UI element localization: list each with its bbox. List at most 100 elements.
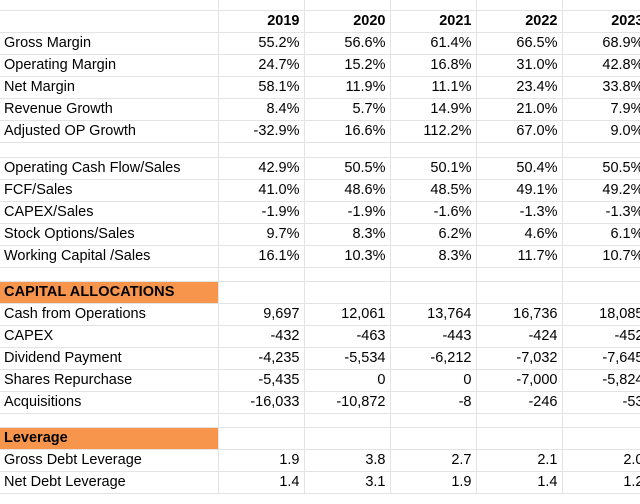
data-cell: 5.7% [304,98,391,121]
data-cell: 9.0% [562,120,640,143]
data-cell: 112.2% [390,120,477,143]
table-row: Gross Debt Leverage1.93.82.72.12.0 [0,449,640,472]
table-row: Acquisitions-16,033-10,872-8-246-53 [0,391,640,414]
table-row: CAPEX-432-463-443-424-452 [0,325,640,348]
empty-cell [218,413,305,428]
row-label: Stock Options/Sales [0,223,219,246]
data-cell: 9.7% [218,223,305,246]
data-cell: -5,435 [218,369,305,392]
data-cell: -432 [218,325,305,348]
data-cell: -452 [562,325,640,348]
data-cell: -1.9% [218,201,305,224]
table-row: Stock Options/Sales9.7%8.3%6.2%4.6%6.1% [0,223,640,246]
data-cell: 68.9% [562,32,640,55]
empty-cell [476,0,563,11]
data-cell: 2.1 [476,449,563,472]
row-label: Adjusted OP Growth [0,120,219,143]
empty-cell [0,413,219,428]
data-cell: -1.9% [304,201,391,224]
data-cell: 13,764 [390,303,477,326]
data-cell: 1.4 [476,471,563,494]
data-cell: -4,235 [218,347,305,370]
table-row: Adjusted OP Growth -32.9% 16.6% 112.2% 67.0%… [0,120,640,143]
data-cell: 11.1% [390,76,477,99]
data-cell: 8.4% [218,98,305,121]
table-row: FCF/Sales 41.0% 48.6% 48.5% 49.1% 49.2% [0,179,640,202]
data-cell: 31.0% [476,54,563,77]
empty-cell [562,142,640,158]
data-cell: -16,033 [218,391,305,414]
data-cell: 1.9 [218,449,305,472]
empty-cell [304,142,391,158]
data-cell: 7.9% [562,98,640,121]
data-cell: -463 [304,325,391,348]
data-cell: -443 [390,325,477,348]
empty-cell [304,427,391,450]
empty-cell [390,142,477,158]
data-cell: 50.5% [304,157,391,180]
data-cell: -1.3% [562,201,640,224]
empty-cell [562,281,640,304]
data-cell: 42.9% [218,157,305,180]
column-header-year: 2020 [304,10,391,33]
data-cell: 14.9% [390,98,477,121]
empty-cell [390,281,477,304]
data-cell: 1.4 [218,471,305,494]
data-cell: 49.1% [476,179,563,202]
data-cell: 48.5% [390,179,477,202]
data-cell: 10.3% [304,245,391,268]
empty-cell [562,0,640,11]
empty-cell [0,267,219,282]
data-cell: -5,824 [562,369,640,392]
data-cell: -5,534 [304,347,391,370]
table-row: Net Margin 58.1% 11.9% 11.1% 23.4% 33.8% [0,76,640,99]
table-header-row: 20192020202120222023 [0,10,640,33]
empty-cell [218,142,305,158]
data-cell: -1.3% [476,201,563,224]
data-cell: 41.0% [218,179,305,202]
data-cell: 42.8% [562,54,640,77]
data-cell: 8.3% [390,245,477,268]
row-label: Net Margin [0,76,219,99]
data-cell: 33.8% [562,76,640,99]
data-cell: 2.0 [562,449,640,472]
empty-cell [476,281,563,304]
data-cell: 50.5% [562,157,640,180]
empty-cell [218,0,305,11]
data-cell: 16.1% [218,245,305,268]
data-cell: -53 [562,391,640,414]
empty-cell [562,413,640,428]
row-label: Operating Cash Flow/Sales [0,157,219,180]
row-label: Acquisitions [0,391,219,414]
row-label: Operating Margin [0,54,219,77]
data-cell: 4.6% [476,223,563,246]
data-cell: 3.1 [304,471,391,494]
data-cell: 3.8 [304,449,391,472]
data-cell: 21.0% [476,98,563,121]
row-label: Net Debt Leverage [0,471,219,494]
data-cell: 6.1% [562,223,640,246]
data-cell: 16.6% [304,120,391,143]
data-cell: 66.5% [476,32,563,55]
empty-cell [218,427,305,450]
table-row: Operating Margin 24.7% 15.2% 16.8% 31.0% 42.8… [0,54,640,77]
data-cell: 0 [390,369,477,392]
empty-cell [390,413,477,428]
column-header-year: 2021 [390,10,477,33]
data-cell: 56.6% [304,32,391,55]
data-cell: 49.2% [562,179,640,202]
data-cell: 61.4% [390,32,477,55]
row-label: Cash from Operations [0,303,219,326]
data-cell: 50.1% [390,157,477,180]
row-label: Gross Debt Leverage [0,449,219,472]
blank-row-before-leverage [0,413,640,428]
data-cell: -1.6% [390,201,477,224]
data-cell: 24.7% [218,54,305,77]
data-cell: 16.8% [390,54,477,77]
spreadsheet-canvas: 20192020202120222023Gross Margin55.2%56.… [0,0,640,504]
data-cell: 11.9% [304,76,391,99]
data-cell: -424 [476,325,563,348]
data-cell: 15.2% [304,54,391,77]
data-cell: -10,872 [304,391,391,414]
data-cell: 58.1% [218,76,305,99]
